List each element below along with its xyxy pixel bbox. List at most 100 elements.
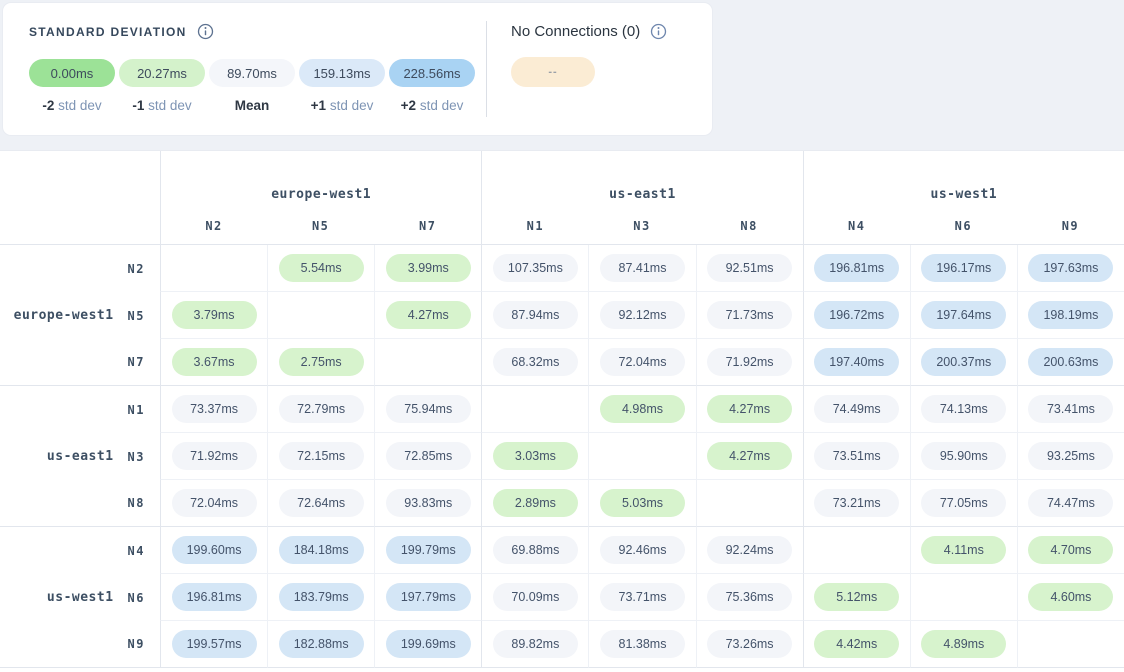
latency-pill[interactable]: 70.09ms — [493, 583, 578, 611]
latency-pill[interactable]: 87.41ms — [600, 254, 685, 282]
col-header-N6: N6 — [910, 207, 1017, 245]
latency-pill[interactable]: 74.49ms — [814, 395, 899, 423]
cell-N5-N7: 4.27ms — [374, 292, 481, 339]
latency-pill[interactable]: 183.79ms — [279, 583, 364, 611]
latency-pill[interactable]: 3.67ms — [172, 348, 257, 376]
cell-N5-N9: 198.19ms — [1017, 292, 1124, 339]
latency-pill[interactable]: 73.21ms — [814, 489, 899, 517]
latency-pill[interactable]: 196.81ms — [172, 583, 257, 611]
latency-pill[interactable]: 4.70ms — [1028, 536, 1113, 564]
latency-pill[interactable]: 4.60ms — [1028, 583, 1113, 611]
latency-pill[interactable]: 199.60ms — [172, 536, 257, 564]
latency-pill[interactable]: 5.54ms — [279, 254, 364, 282]
latency-pill[interactable]: 196.81ms — [814, 254, 899, 282]
latency-pill[interactable]: 4.42ms — [814, 630, 899, 658]
row-header-N5: europe-west1N5 — [0, 292, 160, 339]
cell-N4-N3: 92.46ms — [588, 527, 695, 574]
latency-pill[interactable]: 196.72ms — [814, 301, 899, 329]
latency-pill[interactable]: 75.36ms — [707, 583, 792, 611]
latency-pill[interactable]: 71.92ms — [707, 348, 792, 376]
latency-pill[interactable]: 4.27ms — [707, 442, 792, 470]
latency-pill[interactable]: 5.12ms — [814, 583, 899, 611]
latency-pill[interactable]: 197.40ms — [814, 348, 899, 376]
latency-pill[interactable]: 73.41ms — [1028, 395, 1113, 423]
latency-pill[interactable]: 3.03ms — [493, 442, 578, 470]
self-cell-N5 — [267, 292, 374, 339]
latency-pill[interactable]: 92.12ms — [600, 301, 685, 329]
latency-pill[interactable]: 4.98ms — [600, 395, 685, 423]
latency-matrix: europe-west1us-east1us-west1N2N5N7N1N3N8… — [0, 150, 1124, 668]
info-icon[interactable] — [197, 23, 214, 40]
latency-pill[interactable]: 199.57ms — [172, 630, 257, 658]
latency-pill[interactable]: 77.05ms — [921, 489, 1006, 517]
cell-N6-N2: 196.81ms — [160, 574, 267, 621]
latency-pill[interactable]: 68.32ms — [493, 348, 578, 376]
latency-pill[interactable]: 199.79ms — [386, 536, 471, 564]
latency-pill[interactable]: 72.85ms — [386, 442, 471, 470]
latency-pill[interactable]: 107.35ms — [493, 254, 578, 282]
latency-pill[interactable]: 2.75ms — [279, 348, 364, 376]
latency-pill[interactable]: 75.94ms — [386, 395, 471, 423]
latency-pill[interactable]: 199.69ms — [386, 630, 471, 658]
cell-N8-N4: 73.21ms — [803, 480, 910, 527]
cell-N4-N5: 184.18ms — [267, 527, 374, 574]
latency-pill[interactable]: 200.37ms — [921, 348, 1006, 376]
latency-pill[interactable]: 3.99ms — [386, 254, 471, 282]
cell-N3-N8: 4.27ms — [696, 433, 803, 480]
latency-pill[interactable]: 73.26ms — [707, 630, 792, 658]
cell-N1-N7: 75.94ms — [374, 386, 481, 433]
latency-pill[interactable]: 4.27ms — [386, 301, 471, 329]
latency-pill[interactable]: 71.92ms — [172, 442, 257, 470]
latency-pill[interactable]: 72.15ms — [279, 442, 364, 470]
latency-pill[interactable]: 197.79ms — [386, 583, 471, 611]
latency-pill[interactable]: 74.13ms — [921, 395, 1006, 423]
latency-pill[interactable]: 81.38ms — [600, 630, 685, 658]
latency-pill[interactable]: 69.88ms — [493, 536, 578, 564]
row-group-label: europe-west1 — [14, 308, 114, 323]
latency-pill[interactable]: 72.64ms — [279, 489, 364, 517]
cell-N4-N1: 69.88ms — [481, 527, 588, 574]
latency-pill[interactable]: 4.27ms — [707, 395, 792, 423]
latency-pill[interactable]: 73.71ms — [600, 583, 685, 611]
latency-pill[interactable]: 4.89ms — [921, 630, 1006, 658]
latency-pill[interactable]: 72.04ms — [600, 348, 685, 376]
latency-pill[interactable]: 74.47ms — [1028, 489, 1113, 517]
cell-N9-N1: 89.82ms — [481, 621, 588, 668]
cell-N6-N4: 5.12ms — [803, 574, 910, 621]
latency-pill[interactable]: 198.19ms — [1028, 301, 1113, 329]
row-node-label: N9 — [128, 637, 145, 651]
latency-pill[interactable]: 92.46ms — [600, 536, 685, 564]
cell-N4-N8: 92.24ms — [696, 527, 803, 574]
latency-pill[interactable]: 197.63ms — [1028, 254, 1113, 282]
latency-pill[interactable]: 92.24ms — [707, 536, 792, 564]
header-spacer — [0, 207, 160, 245]
self-cell-N1 — [481, 386, 588, 433]
latency-pill[interactable]: 73.51ms — [814, 442, 899, 470]
latency-pill[interactable]: 87.94ms — [493, 301, 578, 329]
latency-pill[interactable]: 93.25ms — [1028, 442, 1113, 470]
latency-pill[interactable]: 2.89ms — [493, 489, 578, 517]
cell-N8-N9: 74.47ms — [1017, 480, 1124, 527]
latency-pill[interactable]: 200.63ms — [1028, 348, 1113, 376]
latency-pill[interactable]: 92.51ms — [707, 254, 792, 282]
latency-pill[interactable]: 184.18ms — [279, 536, 364, 564]
latency-pill[interactable]: 196.17ms — [921, 254, 1006, 282]
col-header-N8: N8 — [696, 207, 803, 245]
cell-N2-N3: 87.41ms — [588, 245, 695, 292]
latency-pill[interactable]: 73.37ms — [172, 395, 257, 423]
cell-N1-N9: 73.41ms — [1017, 386, 1124, 433]
latency-pill[interactable]: 5.03ms — [600, 489, 685, 517]
row-header-N1: N1 — [0, 386, 160, 433]
latency-pill[interactable]: 72.79ms — [279, 395, 364, 423]
latency-pill[interactable]: 3.79ms — [172, 301, 257, 329]
latency-pill[interactable]: 93.83ms — [386, 489, 471, 517]
latency-pill[interactable]: 182.88ms — [279, 630, 364, 658]
latency-pill[interactable]: 89.82ms — [493, 630, 578, 658]
latency-pill[interactable]: 72.04ms — [172, 489, 257, 517]
latency-pill[interactable]: 95.90ms — [921, 442, 1006, 470]
latency-pill[interactable]: 197.64ms — [921, 301, 1006, 329]
info-icon[interactable] — [650, 23, 667, 40]
latency-pill[interactable]: 4.11ms — [921, 536, 1006, 564]
legend-pill: 228.56ms — [389, 59, 475, 87]
latency-pill[interactable]: 71.73ms — [707, 301, 792, 329]
